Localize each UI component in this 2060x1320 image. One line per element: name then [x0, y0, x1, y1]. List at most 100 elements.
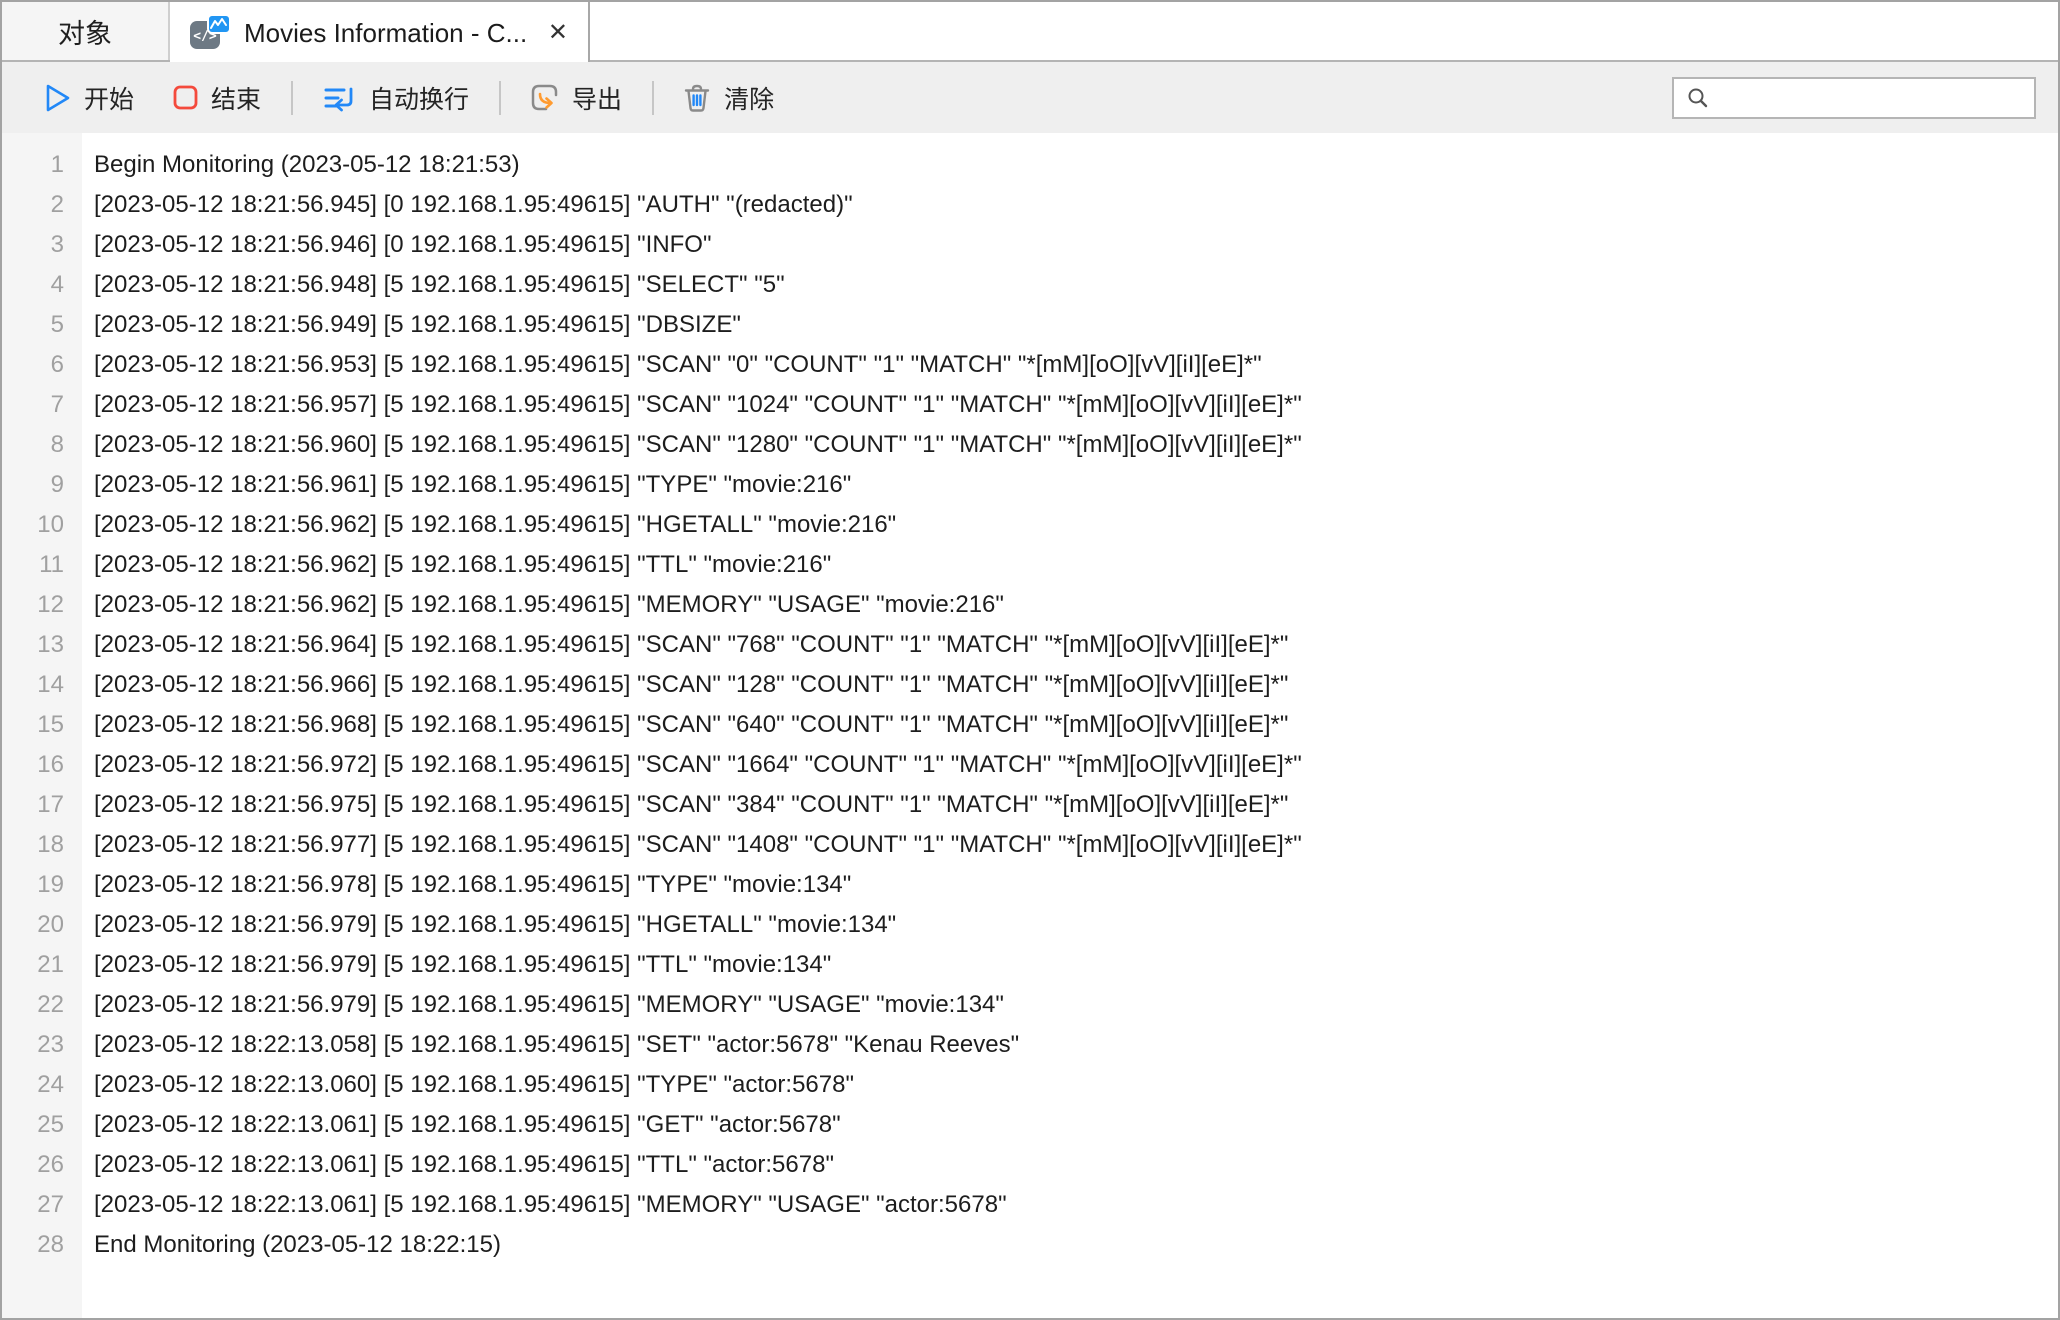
- log-text: [2023-05-12 18:22:13.061] [5 192.168.1.9…: [94, 1151, 834, 1178]
- log-text: [2023-05-12 18:22:13.061] [5 192.168.1.9…: [94, 1111, 841, 1138]
- search-icon: [1686, 86, 1710, 110]
- log-line: 21 [2023-05-12 18:21:56.979] [5 192.168.1…: [2, 945, 2058, 985]
- log-text: End Monitoring (2023-05-12 18:22:15): [94, 1231, 501, 1258]
- log-line: 7 [2023-05-12 18:21:56.957] [5 192.168.1.…: [2, 385, 2058, 425]
- line-number: 13: [37, 631, 64, 658]
- line-number: 14: [37, 671, 64, 698]
- tab-objects[interactable]: 对象: [2, 2, 170, 60]
- log-line: 16 [2023-05-12 18:21:56.972] [5 192.168.1…: [2, 745, 2058, 785]
- monitor-log-icon: </>: [188, 13, 232, 53]
- line-number: 11: [39, 551, 64, 578]
- log-line: 2 [2023-05-12 18:21:56.945] [0 192.168.1.…: [2, 185, 2058, 225]
- log-text: Begin Monitoring (2023-05-12 18:21:53): [94, 151, 520, 178]
- log-text: [2023-05-12 18:21:56.946] [0 192.168.1.9…: [94, 231, 712, 258]
- log-line: 12 [2023-05-12 18:21:56.962] [5 192.168.1…: [2, 585, 2058, 625]
- log-line: 13 [2023-05-12 18:21:56.964] [5 192.168.1…: [2, 625, 2058, 665]
- log-line: 24 [2023-05-12 18:22:13.060] [5 192.168.1…: [2, 1065, 2058, 1105]
- line-number: 24: [37, 1071, 64, 1098]
- toolbar-separator: [652, 80, 655, 115]
- log-line: 19 [2023-05-12 18:21:56.978] [5 192.168.1…: [2, 865, 2058, 905]
- export-button[interactable]: 导出: [529, 80, 622, 116]
- log-text: [2023-05-12 18:21:56.962] [5 192.168.1.9…: [94, 591, 1004, 618]
- log-line: 20 [2023-05-12 18:21:56.979] [5 192.168.1…: [2, 905, 2058, 945]
- log-text: [2023-05-12 18:21:56.979] [5 192.168.1.9…: [94, 991, 1004, 1018]
- line-number: 28: [37, 1231, 64, 1258]
- log-line: 9 [2023-05-12 18:21:56.961] [5 192.168.1.…: [2, 465, 2058, 505]
- line-number: 16: [37, 751, 64, 778]
- log-line: 11 [2023-05-12 18:21:56.962] [5 192.168.1…: [2, 545, 2058, 585]
- line-number: 26: [37, 1151, 64, 1178]
- log-line: 27 [2023-05-12 18:22:13.061] [5 192.168.1…: [2, 1185, 2058, 1225]
- log-line: 3 [2023-05-12 18:21:56.946] [0 192.168.1.…: [2, 225, 2058, 265]
- tab-bar-empty-space: [590, 2, 2058, 60]
- log-line: 10 [2023-05-12 18:21:56.962] [5 192.168.1…: [2, 505, 2058, 545]
- log-text: [2023-05-12 18:21:56.960] [5 192.168.1.9…: [94, 431, 1302, 458]
- trash-icon: [682, 82, 712, 114]
- line-number: 17: [37, 791, 64, 818]
- tab-monitor[interactable]: </> Movies Information - C... ✕: [170, 2, 590, 64]
- stop-button[interactable]: 结束: [172, 80, 261, 116]
- line-number: 22: [37, 991, 64, 1018]
- line-number: 18: [37, 831, 64, 858]
- log-text: [2023-05-12 18:22:13.058] [5 192.168.1.9…: [94, 1031, 1020, 1058]
- tab-monitor-label: Movies Information - C...: [244, 17, 528, 48]
- log-line: 8 [2023-05-12 18:21:56.960] [5 192.168.1.…: [2, 425, 2058, 465]
- log-text: [2023-05-12 18:21:56.968] [5 192.168.1.9…: [94, 711, 1289, 738]
- log-text: [2023-05-12 18:21:56.978] [5 192.168.1.9…: [94, 871, 852, 898]
- search-box[interactable]: [1672, 76, 2036, 119]
- line-number: 9: [50, 471, 64, 498]
- log-text: [2023-05-12 18:21:56.964] [5 192.168.1.9…: [94, 631, 1289, 658]
- line-number: 1: [50, 151, 64, 178]
- log-text: [2023-05-12 18:21:56.979] [5 192.168.1.9…: [94, 911, 897, 938]
- line-number: 6: [50, 351, 64, 378]
- log-line: 14 [2023-05-12 18:21:56.966] [5 192.168.1…: [2, 665, 2058, 705]
- line-number: 27: [37, 1191, 64, 1218]
- line-number: 23: [37, 1031, 64, 1058]
- export-label: 导出: [572, 85, 623, 114]
- clear-button[interactable]: 清除: [682, 80, 774, 116]
- export-icon: [529, 82, 560, 113]
- app-window: 对象 </> Movies Information - C... ✕ 开始 结束…: [0, 0, 2060, 1320]
- line-number: 25: [37, 1111, 64, 1138]
- log-text: [2023-05-12 18:21:56.948] [5 192.168.1.9…: [94, 271, 785, 298]
- stop-label: 结束: [211, 85, 262, 114]
- play-icon: [42, 82, 72, 114]
- start-label: 开始: [84, 85, 135, 114]
- line-number: 15: [37, 711, 64, 738]
- line-number: 10: [37, 511, 64, 538]
- line-number: 5: [50, 311, 64, 338]
- log-text: [2023-05-12 18:21:56.945] [0 192.168.1.9…: [94, 191, 853, 218]
- log-text: [2023-05-12 18:22:13.061] [5 192.168.1.9…: [94, 1191, 1007, 1218]
- line-number: 20: [37, 911, 64, 938]
- tab-objects-label: 对象: [58, 18, 112, 49]
- log-area: 1 Begin Monitoring (2023-05-12 18:21:53) 2…: [2, 133, 2058, 1318]
- log-line: 23 [2023-05-12 18:22:13.058] [5 192.168.1…: [2, 1025, 2058, 1065]
- line-number: 2: [50, 191, 64, 218]
- log-text: [2023-05-12 18:21:56.957] [5 192.168.1.9…: [94, 391, 1302, 418]
- log-text: [2023-05-12 18:21:56.962] [5 192.168.1.9…: [94, 551, 832, 578]
- log-text: [2023-05-12 18:21:56.979] [5 192.168.1.9…: [94, 951, 832, 978]
- log-line: 18 [2023-05-12 18:21:56.977] [5 192.168.1…: [2, 825, 2058, 865]
- line-number: 4: [50, 271, 64, 298]
- log-lines: 1 Begin Monitoring (2023-05-12 18:21:53) 2…: [2, 133, 2058, 1265]
- line-number: 8: [50, 431, 64, 458]
- word-wrap-button[interactable]: 自动换行: [321, 80, 469, 116]
- log-line: 25 [2023-05-12 18:22:13.061] [5 192.168.1…: [2, 1105, 2058, 1145]
- toolbar: 开始 结束 自动换行 导出 清除: [2, 62, 2058, 133]
- line-number: 19: [37, 871, 64, 898]
- log-line: 22 [2023-05-12 18:21:56.979] [5 192.168.1…: [2, 985, 2058, 1025]
- start-button[interactable]: 开始: [42, 80, 134, 116]
- line-number: 21: [37, 951, 64, 978]
- line-number: 7: [50, 391, 64, 418]
- log-text: [2023-05-12 18:21:56.966] [5 192.168.1.9…: [94, 671, 1289, 698]
- tab-bar: 对象 </> Movies Information - C... ✕: [2, 2, 2058, 64]
- log-line: 15 [2023-05-12 18:21:56.968] [5 192.168.1…: [2, 705, 2058, 745]
- log-text: [2023-05-12 18:22:13.060] [5 192.168.1.9…: [94, 1071, 854, 1098]
- word-wrap-icon: [321, 82, 357, 114]
- close-icon[interactable]: ✕: [548, 21, 568, 45]
- toolbar-separator: [499, 80, 502, 115]
- log-line: 4 [2023-05-12 18:21:56.948] [5 192.168.1.…: [2, 265, 2058, 305]
- line-number: 12: [37, 591, 64, 618]
- log-line: 26 [2023-05-12 18:22:13.061] [5 192.168.1…: [2, 1145, 2058, 1185]
- search-input[interactable]: [1720, 83, 2024, 112]
